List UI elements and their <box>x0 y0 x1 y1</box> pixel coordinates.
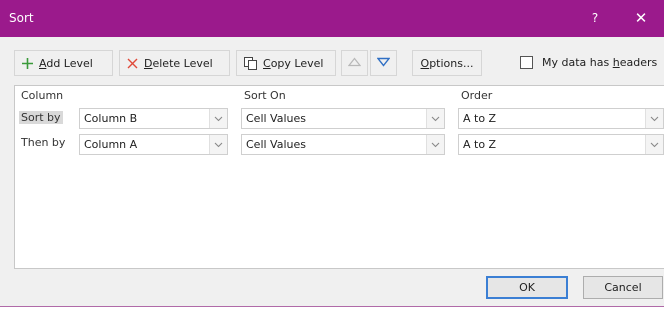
chevron-down-icon[interactable] <box>426 109 444 128</box>
delete-level-button[interactable]: Delete Level <box>119 50 230 76</box>
sort-by-column-dropdown[interactable]: Column B <box>79 108 228 129</box>
copy-level-label: Copy Level <box>263 56 324 70</box>
then-by-label[interactable]: Then by <box>21 136 65 149</box>
chevron-down-icon[interactable] <box>645 135 663 154</box>
chevron-down-icon[interactable] <box>645 109 663 128</box>
help-button[interactable]: ? <box>583 6 607 30</box>
sort-levels-grid: Column Sort On Order Sort by Column B Ce… <box>14 85 664 269</box>
options-button[interactable]: Options... <box>412 50 482 76</box>
add-level-button[interactable]: Add Level <box>14 50 113 76</box>
then-by-sort-on-dropdown[interactable]: Cell Values <box>241 134 445 155</box>
chevron-down-icon[interactable] <box>209 109 227 128</box>
options-label: Options... <box>420 56 474 70</box>
chevron-down-icon[interactable] <box>209 135 227 154</box>
sort-dialog: Sort ? ✕ Add Level Delete Level Copy Lev… <box>0 0 664 313</box>
move-up-button[interactable] <box>341 50 368 76</box>
plus-icon <box>21 57 34 70</box>
copy-icon <box>243 56 258 71</box>
dialog-title: Sort <box>9 11 34 25</box>
sort-on-header: Sort On <box>244 89 286 102</box>
headers-checkbox-row[interactable]: My data has headers <box>520 56 657 69</box>
copy-level-button[interactable]: Copy Level <box>236 50 336 76</box>
order-header: Order <box>461 89 493 102</box>
chevron-down-icon[interactable] <box>426 135 444 154</box>
ok-button[interactable]: OK <box>486 276 568 299</box>
triangle-up-icon <box>347 57 362 70</box>
then-by-order-value: A to Z <box>463 138 497 151</box>
delete-x-icon <box>126 57 139 70</box>
then-by-order-dropdown[interactable]: A to Z <box>458 134 664 155</box>
add-level-label: Add Level <box>39 56 93 70</box>
then-by-column-value: Column A <box>84 138 138 151</box>
then-by-sort-on-value: Cell Values <box>246 138 306 151</box>
cancel-button[interactable]: Cancel <box>583 276 663 299</box>
sort-by-order-value: A to Z <box>463 112 497 125</box>
move-down-button[interactable] <box>370 50 397 76</box>
title-bar: Sort ? ✕ <box>0 0 664 37</box>
sort-by-label[interactable]: Sort by <box>19 111 63 124</box>
my-data-has-headers-label: My data has headers <box>542 56 658 69</box>
window-bottom-band <box>0 307 664 313</box>
my-data-has-headers-checkbox[interactable] <box>520 56 533 69</box>
sort-by-column-value: Column B <box>84 112 138 125</box>
then-by-column-dropdown[interactable]: Column A <box>79 134 228 155</box>
sort-by-sort-on-dropdown[interactable]: Cell Values <box>241 108 445 129</box>
close-button[interactable]: ✕ <box>626 6 656 30</box>
column-header: Column <box>21 89 64 102</box>
delete-level-label: Delete Level <box>144 56 213 70</box>
sort-by-sort-on-value: Cell Values <box>246 112 306 125</box>
sort-by-order-dropdown[interactable]: A to Z <box>458 108 664 129</box>
triangle-down-icon <box>376 57 391 70</box>
